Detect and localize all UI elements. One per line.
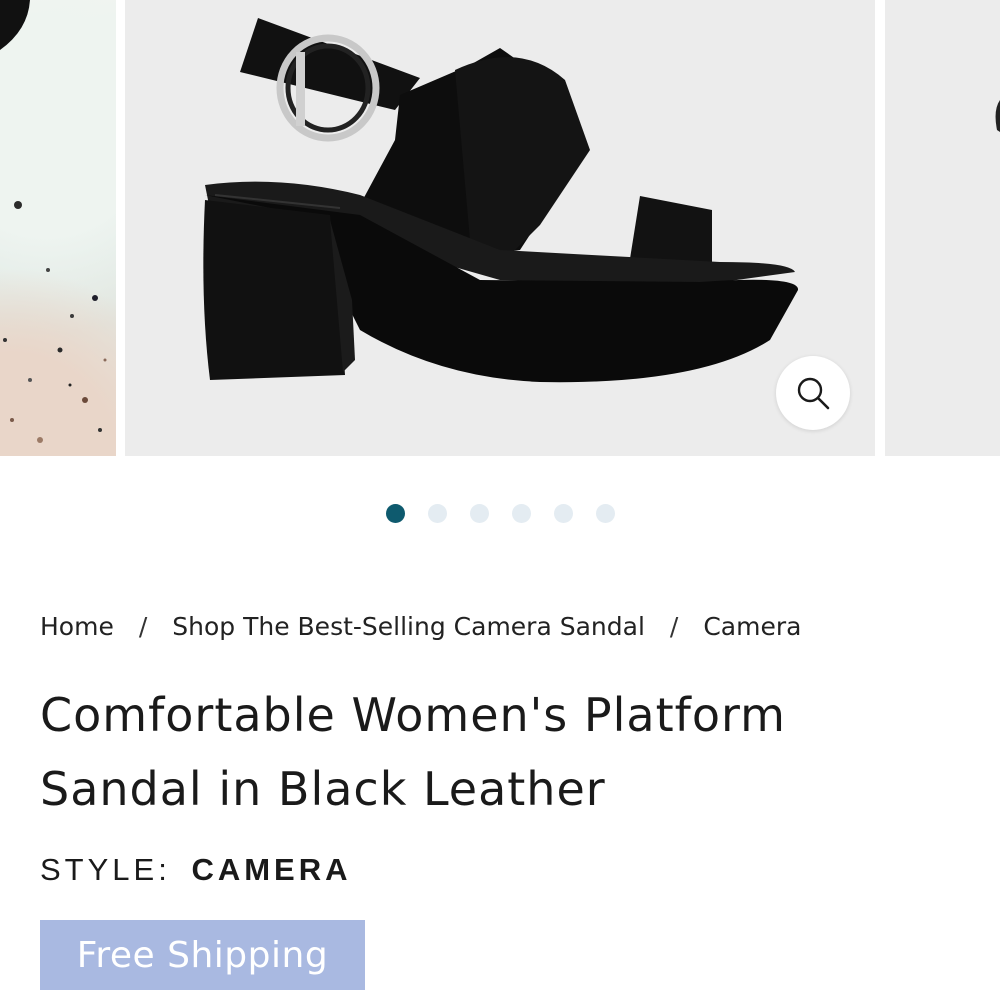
breadcrumb-separator: /: [669, 612, 679, 641]
zoom-button[interactable]: [776, 356, 850, 430]
product-image-carousel[interactable]: [0, 0, 1000, 456]
breadcrumb-separator: /: [138, 612, 148, 641]
next-slide-image: [995, 100, 1000, 132]
previous-slide-image: [0, 0, 107, 443]
carousel-dot-4[interactable]: [512, 504, 531, 523]
carousel-pagination: [386, 504, 615, 523]
breadcrumb-collection-link[interactable]: Shop The Best-Selling Camera Sandal: [172, 612, 645, 641]
carousel-slide-previous[interactable]: [0, 0, 116, 456]
carousel-dot-3[interactable]: [470, 504, 489, 523]
free-shipping-badge: Free Shipping: [40, 920, 365, 990]
style-label: STYLE:: [40, 852, 171, 887]
breadcrumb: Home / Shop The Best-Selling Camera Sand…: [40, 612, 801, 641]
carousel-dot-6[interactable]: [596, 504, 615, 523]
product-title: Comfortable Women's Platform Sandal in B…: [40, 688, 786, 816]
product-style: STYLE: CAMERA: [40, 852, 352, 888]
carousel-slide-next[interactable]: [885, 0, 1000, 456]
carousel-dot-5[interactable]: [554, 504, 573, 523]
carousel-slide-current[interactable]: [125, 0, 875, 456]
breadcrumb-current-page[interactable]: Camera: [703, 612, 801, 641]
carousel-dot-1[interactable]: [386, 504, 405, 523]
style-value: CAMERA: [191, 852, 352, 887]
product-image-sandal: [203, 18, 799, 383]
breadcrumb-home-link[interactable]: Home: [40, 612, 114, 641]
search-icon: [797, 377, 830, 410]
carousel-dot-2[interactable]: [428, 504, 447, 523]
